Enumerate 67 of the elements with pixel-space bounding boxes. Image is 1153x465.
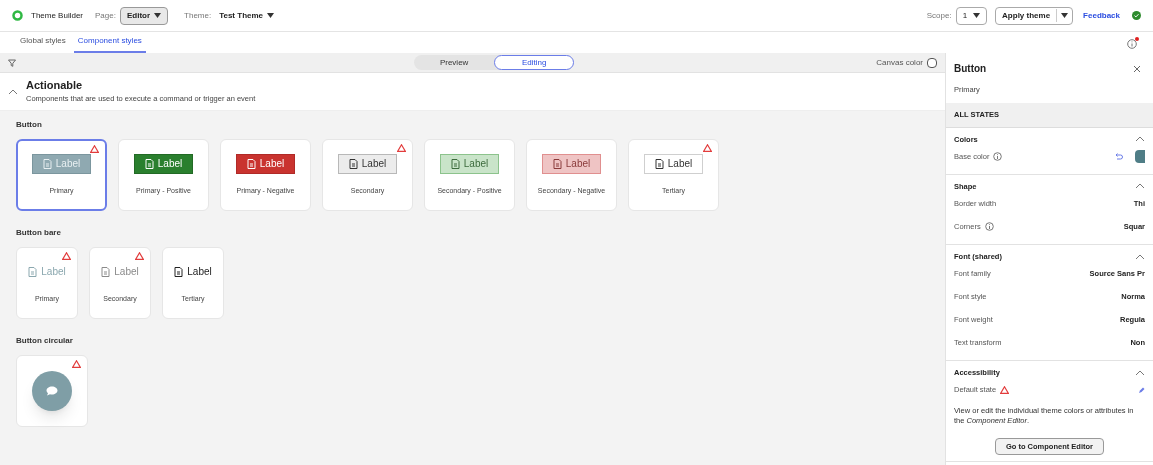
- document-icon: [174, 266, 184, 277]
- chevron-icon[interactable]: [1135, 183, 1145, 190]
- section-title: Actionable: [26, 79, 84, 93]
- mode-option[interactable]: Preview: [414, 55, 495, 70]
- page-label: Page:: [95, 9, 116, 22]
- check-circle-icon: [1132, 11, 1141, 20]
- panel-title: Button: [954, 62, 987, 76]
- document-icon: [654, 158, 664, 169]
- chevron-icon[interactable]: [1135, 253, 1145, 260]
- chevron-icon[interactable]: [1135, 136, 1145, 143]
- chevron-icon[interactable]: [1135, 369, 1145, 376]
- warning-icon: [703, 144, 712, 152]
- group-title: Button: [16, 119, 43, 131]
- document-icon: [28, 266, 38, 277]
- document-icon: [246, 158, 256, 169]
- page-dropdown[interactable]: Editor: [119, 6, 169, 25]
- feedback-link[interactable]: Feedback: [1083, 9, 1120, 22]
- apply-theme-split-button[interactable]: Apply theme: [995, 6, 1074, 25]
- document-icon: [348, 158, 358, 169]
- app-logo-icon: [12, 10, 23, 21]
- warning-icon: [135, 252, 144, 260]
- document-icon: [144, 158, 154, 169]
- warning-icon: [1000, 386, 1010, 394]
- caret-icon: [1061, 13, 1069, 18]
- caret-icon: [973, 13, 981, 18]
- sample-button[interactable]: Label: [235, 153, 296, 174]
- warning-icon: [62, 252, 71, 260]
- scope-dropdown[interactable]: 1: [955, 6, 988, 25]
- apply-theme-label[interactable]: Apply theme: [996, 7, 1057, 24]
- sample-button[interactable]: Label: [541, 153, 602, 174]
- document-icon: [450, 158, 460, 169]
- mode-option[interactable]: Editing: [494, 55, 575, 70]
- tab[interactable]: Global styles: [16, 35, 70, 53]
- theme-dropdown[interactable]: Test Theme: [219, 9, 275, 22]
- caret-icon: [154, 13, 162, 18]
- sample-button[interactable]: Label: [643, 153, 704, 174]
- canvas-color-label: Canvas color: [876, 56, 923, 69]
- theme-label: Theme:: [184, 9, 212, 22]
- info-icon: [993, 151, 1003, 161]
- component-card[interactable]: [16, 355, 88, 427]
- pencil-icon[interactable]: [1138, 386, 1145, 394]
- reset-icon[interactable]: [1115, 152, 1123, 160]
- document-icon: [101, 266, 111, 277]
- warning-icon: [397, 144, 406, 152]
- document-icon: [552, 158, 562, 169]
- canvas-color-checkbox[interactable]: [927, 57, 937, 68]
- chat-fab-button[interactable]: [32, 371, 72, 411]
- warning-icon: [90, 145, 99, 153]
- group-title: Button bare: [16, 227, 62, 239]
- group-title: Button circular: [16, 335, 74, 347]
- sample-button[interactable]: Label: [163, 261, 223, 282]
- sample-button[interactable]: Label: [439, 153, 500, 174]
- scope-label: Scope:: [926, 9, 952, 22]
- filter-icon[interactable]: [8, 58, 16, 67]
- help-notification-icon[interactable]: [1127, 39, 1137, 49]
- sample-button[interactable]: Label: [90, 261, 150, 282]
- chevron-icon[interactable]: [8, 88, 18, 95]
- info-icon: [984, 222, 994, 231]
- color-swatch[interactable]: [1135, 149, 1145, 163]
- document-icon: [42, 158, 52, 169]
- app-name: Theme Builder: [31, 9, 84, 22]
- close-icon[interactable]: [1133, 65, 1141, 73]
- sample-button[interactable]: Label: [337, 153, 398, 174]
- chat-bubble-icon: [46, 386, 58, 396]
- caret-icon: [267, 13, 275, 18]
- sample-button[interactable]: Label: [133, 153, 194, 174]
- warning-icon: [72, 360, 81, 368]
